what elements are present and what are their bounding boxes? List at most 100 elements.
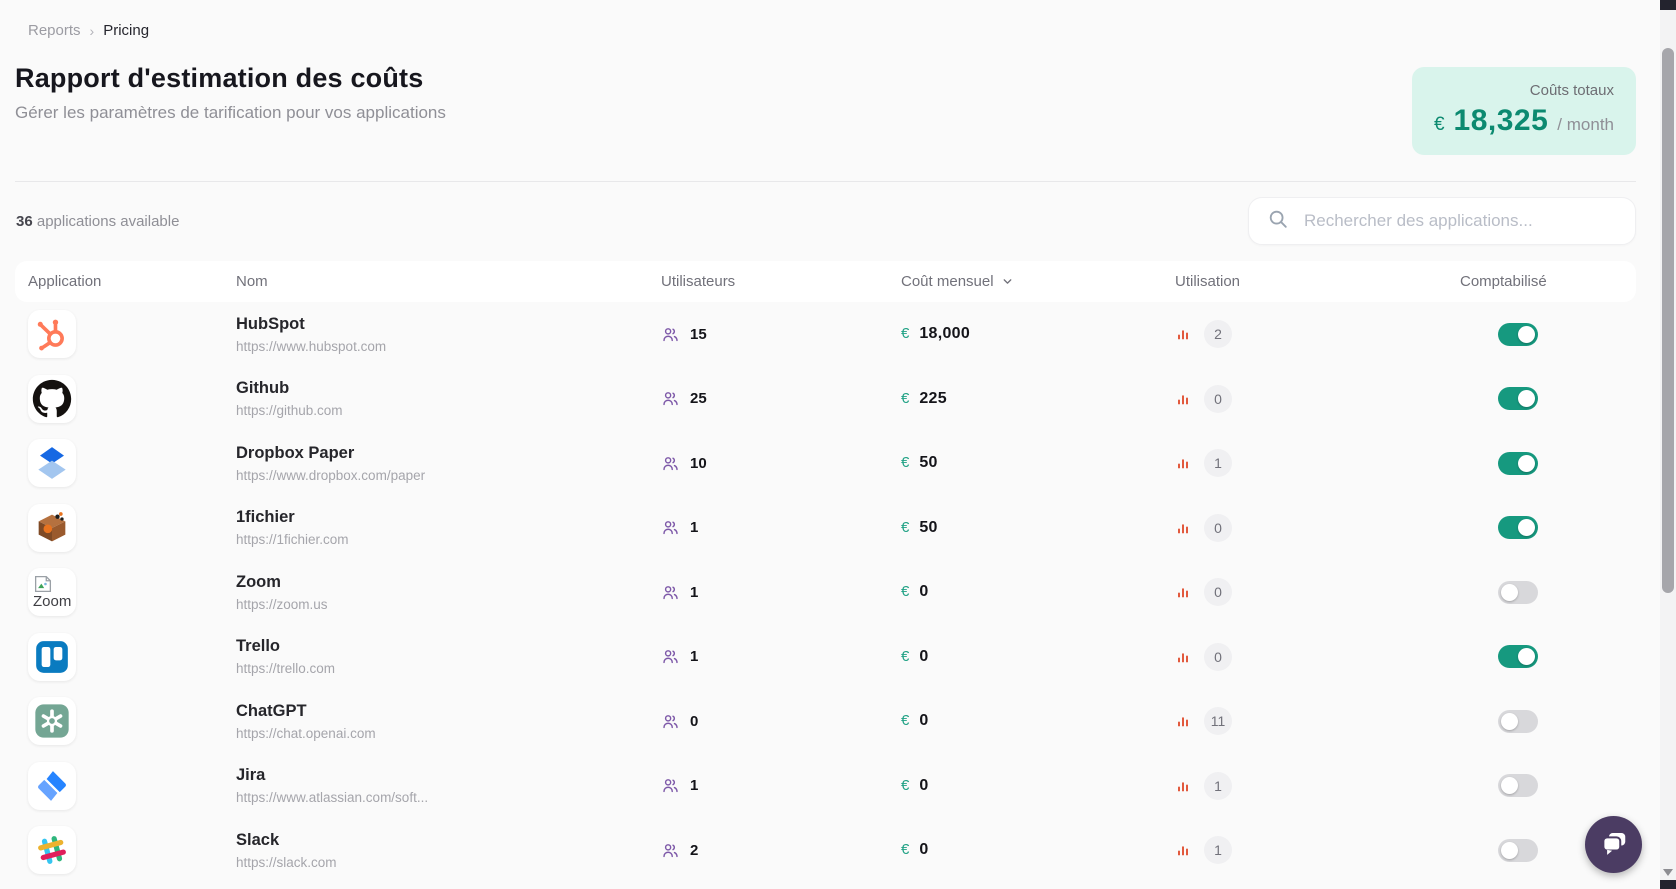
accounted-toggle[interactable]: [1498, 774, 1538, 798]
name-cell: ChatGPT https://chat.openai.com: [236, 702, 661, 741]
accounted-toggle[interactable]: [1498, 322, 1538, 346]
page-title: Rapport d'estimation des coûts: [15, 63, 424, 93]
users-icon: [661, 583, 680, 602]
breadcrumb-reports[interactable]: Reports: [28, 22, 81, 39]
toggle-knob: [1501, 712, 1518, 730]
search-box[interactable]: [1248, 197, 1636, 245]
toggle-knob: [1518, 519, 1535, 537]
users-icon: [661, 647, 680, 666]
chat-widget-button[interactable]: [1585, 816, 1642, 873]
euro-symbol: €: [901, 454, 910, 472]
app-url: https://www.hubspot.com: [236, 338, 387, 354]
column-header-cout-mensuel[interactable]: Coût mensuel: [901, 273, 1175, 290]
usage-cell: 0: [1175, 384, 1460, 413]
breadcrumb-pricing[interactable]: Pricing: [103, 22, 149, 39]
users-icon: [661, 389, 680, 408]
accounted-toggle[interactable]: [1498, 709, 1538, 733]
users-cell: 1: [661, 647, 901, 666]
accounted-toggle[interactable]: [1498, 645, 1538, 669]
app-name: Trello: [236, 637, 281, 656]
accounted-cell: [1460, 451, 1636, 475]
name-cell: 1fichier https://1fichier.com: [236, 508, 661, 547]
users-count: 15: [690, 325, 707, 343]
accounted-cell: [1460, 774, 1636, 798]
column-header-nom[interactable]: Nom: [236, 273, 661, 290]
app-url: https://www.dropbox.com/paper: [236, 467, 426, 483]
app-name: Dropbox Paper: [236, 443, 355, 462]
search-input[interactable]: [1302, 210, 1617, 232]
header-divider: [15, 181, 1636, 182]
column-header-utilisateurs[interactable]: Utilisateurs: [661, 273, 901, 290]
total-cost-label: Coûts totaux: [1529, 82, 1614, 99]
usage-cell: 1: [1175, 836, 1460, 865]
applications-count: 36 applications available: [15, 213, 179, 230]
usage-count: 2: [1204, 320, 1232, 349]
monthly-cost: 0: [919, 712, 929, 730]
monthly-cost: 0: [919, 583, 929, 601]
app-name: ChatGPT: [236, 701, 307, 720]
vertical-scrollbar[interactable]: [1660, 0, 1676, 889]
usage-cell: 1: [1175, 449, 1460, 478]
github-app-icon: [28, 374, 76, 423]
accounted-cell: [1460, 709, 1636, 733]
users-count: 1: [690, 519, 699, 537]
application-cell: [28, 503, 236, 552]
dropbox-app-icon: [28, 439, 76, 488]
users-count: 1: [690, 648, 699, 666]
table-row: HubSpot https://www.hubspot.com 15 € 18,…: [15, 302, 1636, 367]
broken-image-alt-text: Zoom: [33, 593, 72, 611]
app-name: Jira: [236, 766, 266, 785]
users-icon: [661, 518, 680, 537]
total-period: / month: [1557, 115, 1614, 134]
zoom-app-icon: Zoom: [28, 568, 76, 617]
table-row: ChatGPT https://chat.openai.com 0 € 0 11: [15, 689, 1636, 754]
users-count: 10: [690, 454, 707, 472]
accounted-toggle[interactable]: [1498, 838, 1538, 862]
users-icon: [661, 454, 680, 473]
euro-symbol: €: [901, 518, 910, 536]
bar-chart-icon: [1175, 391, 1191, 407]
slack-app-icon: [28, 826, 76, 875]
chat-bubbles-icon: [1599, 828, 1629, 861]
total-amount: 18,325: [1453, 104, 1549, 137]
monthly-cost: 0: [919, 647, 929, 665]
cost-cell: € 0: [901, 712, 1175, 730]
euro-symbol: €: [901, 712, 910, 730]
users-icon: [661, 841, 680, 860]
app-name: Slack: [236, 830, 280, 849]
column-header-utilisation[interactable]: Utilisation: [1175, 273, 1460, 290]
cost-cell: € 50: [901, 519, 1175, 537]
column-header-comptabilise[interactable]: Comptabilisé: [1460, 273, 1636, 290]
euro-symbol: €: [901, 841, 910, 859]
total-currency-symbol: €: [1433, 114, 1445, 135]
app-url: https://www.atlassian.com/soft...: [236, 790, 429, 806]
column-header-application[interactable]: Application: [28, 273, 236, 290]
monthly-cost: 0: [919, 841, 929, 859]
table-header: Application Nom Utilisateurs Coût mensue…: [15, 261, 1636, 302]
users-count: 2: [690, 841, 699, 859]
app-url: https://chat.openai.com: [236, 725, 376, 741]
usage-count: 0: [1204, 578, 1232, 607]
accounted-toggle[interactable]: [1498, 387, 1538, 411]
euro-symbol: €: [901, 325, 910, 343]
scrollbar-thumb[interactable]: [1662, 48, 1674, 593]
users-cell: 25: [661, 389, 901, 408]
app-name: HubSpot: [236, 314, 305, 333]
bar-chart-icon: [1175, 520, 1191, 536]
page-header: Rapport d'estimation des coûts Gérer les…: [15, 63, 1636, 155]
accounted-toggle[interactable]: [1498, 516, 1538, 540]
sort-desc-chevron-icon[interactable]: [1001, 275, 1014, 288]
scrollbar-down-arrow-icon[interactable]: [1663, 869, 1673, 876]
users-icon: [661, 776, 680, 795]
bar-chart-icon: [1175, 455, 1191, 471]
accounted-toggle[interactable]: [1498, 451, 1538, 475]
accounted-toggle[interactable]: [1498, 580, 1538, 604]
users-count: 1: [690, 777, 699, 795]
name-cell: HubSpot https://www.hubspot.com: [236, 315, 661, 354]
euro-symbol: €: [901, 583, 910, 601]
jira-app-icon: [28, 761, 76, 810]
users-count: 1: [690, 583, 699, 601]
application-cell: [28, 439, 236, 488]
table-row: Zoom Zoom https://zoom.us 1 € 0 0: [15, 560, 1636, 625]
monthly-cost: 18,000: [919, 325, 971, 343]
